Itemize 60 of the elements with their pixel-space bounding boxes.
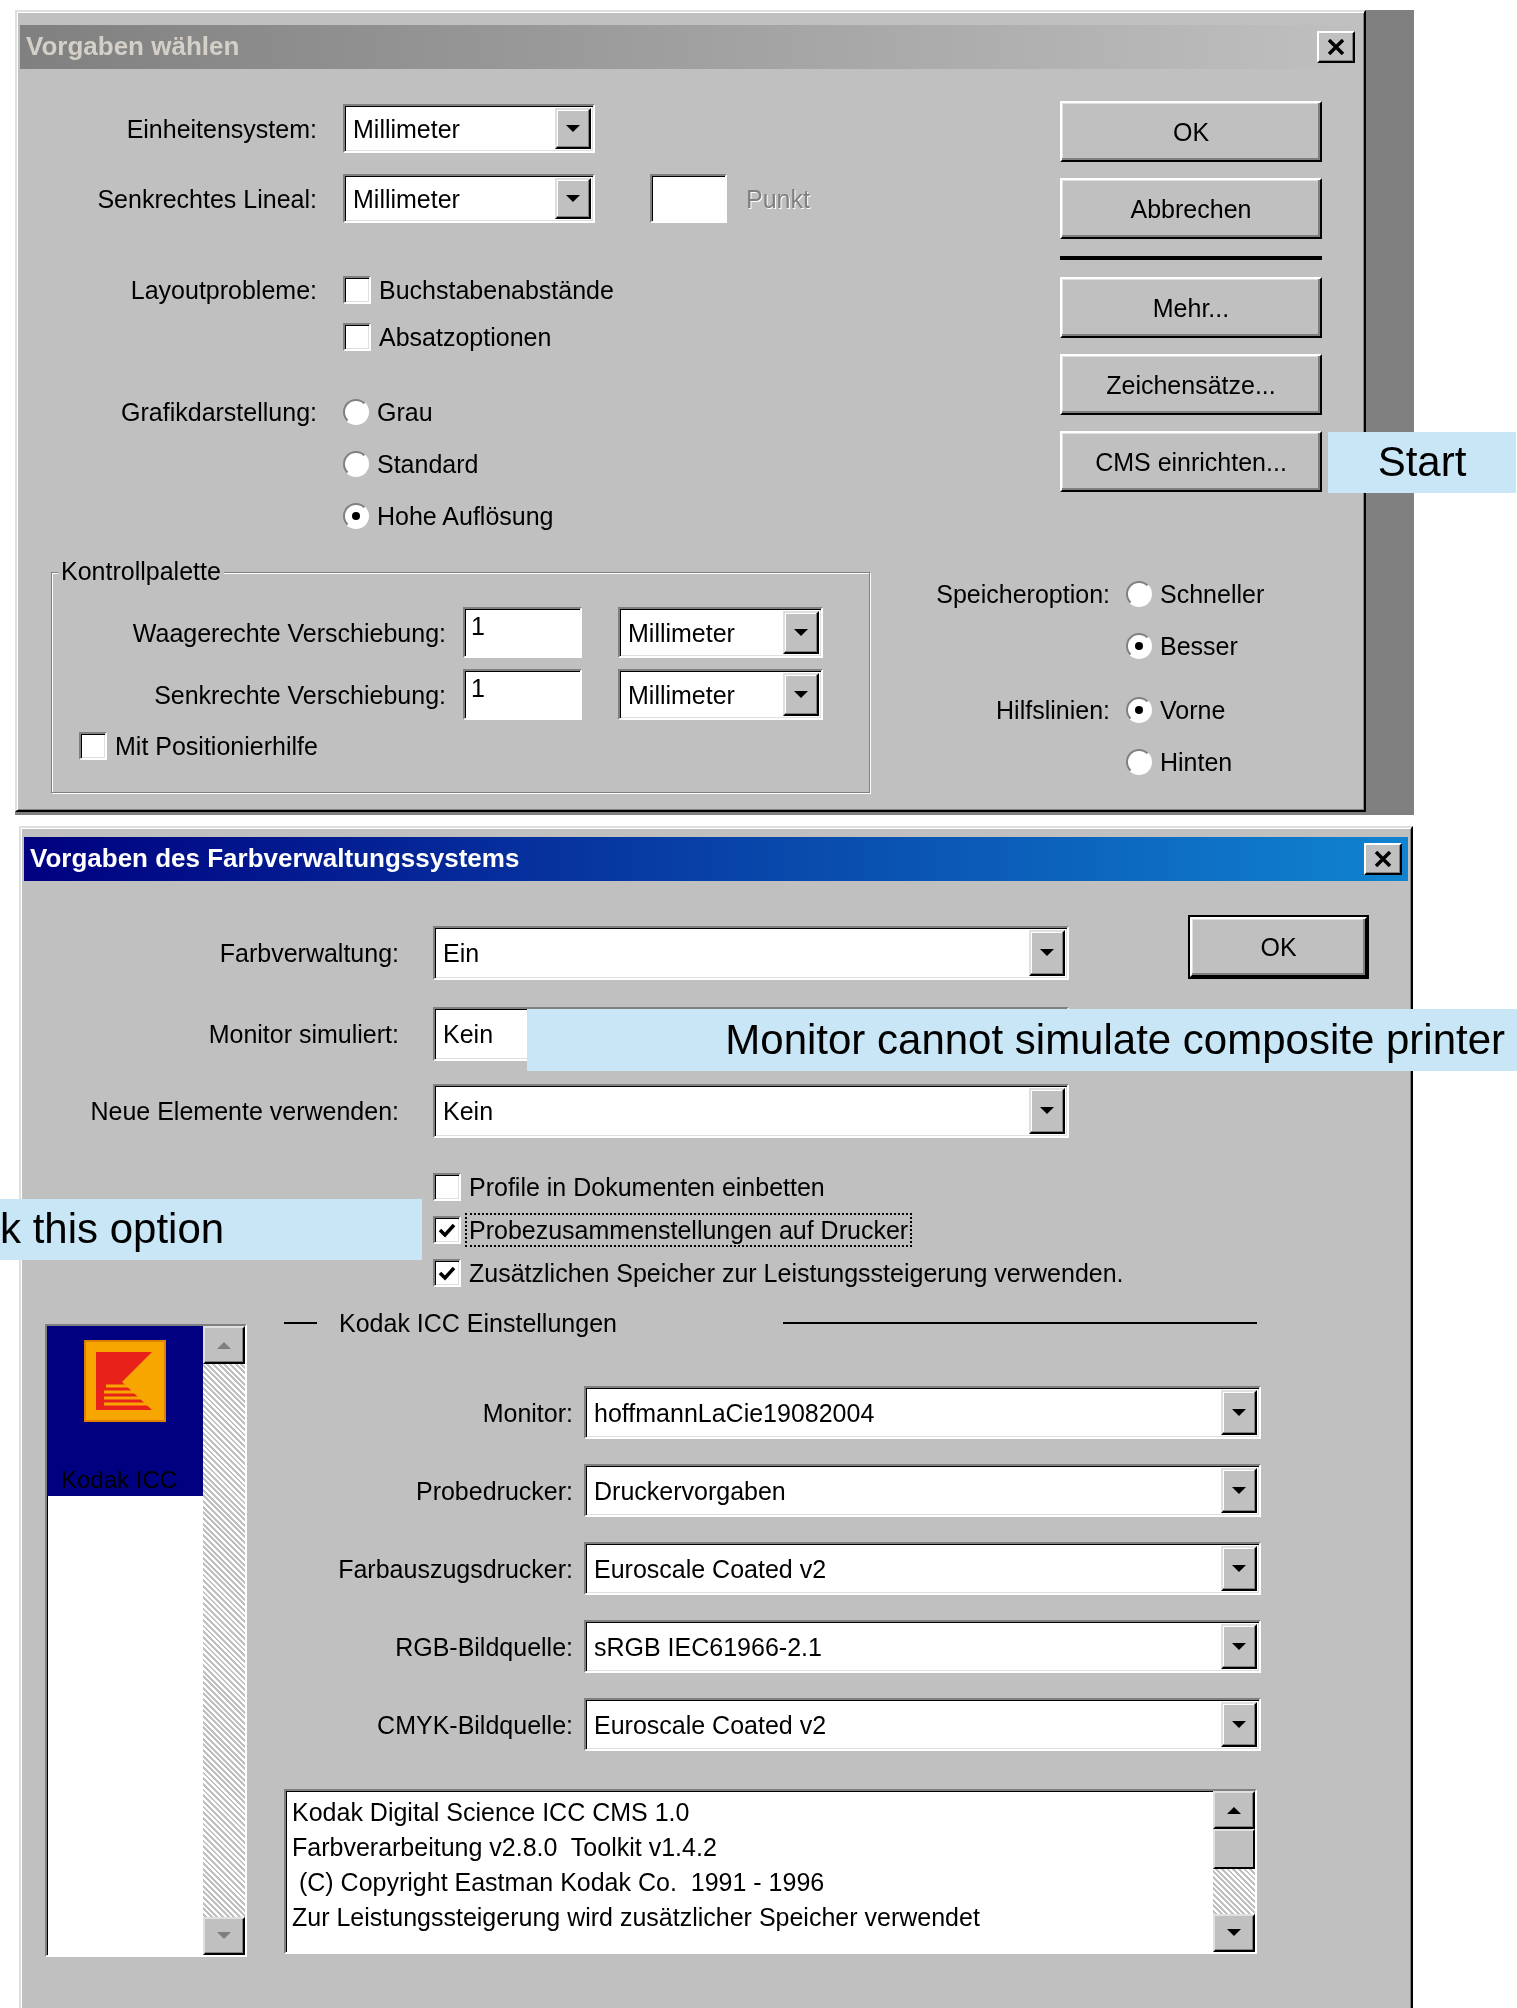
text-line: Kodak Digital Science ICC CMS 1.0	[292, 1797, 691, 1828]
field-label: Probedrucker:	[414, 1475, 573, 1506]
text-area[interactable]: Kodak Digital Science ICC CMS 1.0 Farbverarbeitung v2.8.0 Toolkit v1.4.2 (C) Copyright Eastman Kodak Co. 1991 - 1996 Zur Leistungssteigerung wird zusätzlicher Speicher verwendet	[284, 1789, 1257, 1954]
option-label[interactable]: Profile in Dokumenten einbetten	[465, 1170, 829, 1204]
option-label[interactable]: Hohe Auflösung	[373, 499, 558, 533]
dialog-button[interactable]: Zeichensätze...	[1060, 354, 1322, 415]
annotation-tooltip: Start	[1328, 432, 1516, 493]
dialog-button[interactable]: Abbrechen	[1060, 178, 1322, 239]
dropdown[interactable]: sRGB IEC61966-2.1	[584, 1620, 1261, 1673]
dialog-button[interactable]: Mehr...	[1060, 277, 1322, 338]
option-label[interactable]: Mit Positionierhilfe	[111, 729, 322, 763]
input-field[interactable]: 1	[463, 669, 582, 720]
text-line: (C) Copyright Eastman Kodak Co. 1991 - 1996	[297, 1867, 826, 1898]
field-label: CMYK-Bildquelle:	[376, 1709, 573, 1740]
window-title: Vorgaben wählen	[26, 31, 240, 63]
option-label[interactable]: Schneller	[1156, 577, 1269, 611]
field-label: Layoutprobleme:	[129, 275, 317, 305]
field-label: RGB-Bildquelle:	[394, 1631, 573, 1662]
option-label[interactable]: Absatzoptionen	[375, 320, 556, 354]
dropdown[interactable]: Druckervorgaben	[584, 1464, 1261, 1517]
option-label[interactable]: Standard	[373, 447, 483, 481]
annotation-tooltip: Monitor cannot simulate composite printer	[527, 1009, 1517, 1071]
field-label: Waagerechte Verschiebung:	[131, 617, 446, 648]
text-line: Zur Leistungssteigerung wird zusätzlicher Speicher verwendet	[292, 1902, 981, 1933]
field-label: Speicheroption:	[935, 579, 1110, 609]
dropdown[interactable]: Ein	[433, 926, 1069, 980]
list-item-label: Kodak ICC	[60, 1466, 178, 1495]
ok-button[interactable]: OK	[1190, 917, 1367, 977]
field-label: Monitor simuliert:	[207, 1019, 399, 1049]
field-label: Senkrechtes Lineal:	[96, 183, 317, 214]
text-line: Farbverarbeitung v2.8.0 Toolkit v1.4.2	[292, 1832, 718, 1863]
dropdown[interactable]: Euroscale Coated v2	[584, 1542, 1261, 1595]
dropdown[interactable]: Millimeter	[618, 607, 823, 658]
dialog-button[interactable]: OK	[1060, 101, 1322, 162]
input-field[interactable]: 1	[463, 607, 582, 658]
field-label: Monitor:	[481, 1397, 573, 1428]
field-label: Farbauszugsdrucker:	[337, 1553, 573, 1584]
option-label[interactable]: Besser	[1156, 629, 1242, 663]
option-label[interactable]: Buchstabenabstände	[375, 273, 618, 307]
field-label: Grafikdarstellung:	[120, 397, 317, 427]
section-title: Kodak ICC Einstellungen	[339, 1308, 617, 1338]
option-label[interactable]: Grau	[373, 395, 437, 429]
field-label: Farbverwaltung:	[218, 938, 399, 968]
dropdown[interactable]: Millimeter	[343, 104, 595, 153]
window-title: Vorgaben des Farbverwaltungssystems	[30, 843, 520, 875]
field-label: Senkrechte Verschiebung:	[153, 679, 446, 710]
field-label: Hilfslinien:	[995, 695, 1110, 725]
dropdown[interactable]: hoffmannLaCie19082004	[584, 1386, 1261, 1439]
dropdown[interactable]: Millimeter	[343, 174, 595, 223]
option-label[interactable]: Hinten	[1156, 745, 1237, 779]
option-label[interactable]: Vorne	[1156, 693, 1230, 727]
dropdown[interactable]: Kein	[433, 1084, 1069, 1138]
field-label: Einheitensystem:	[125, 113, 317, 144]
dropdown[interactable]: Millimeter	[618, 669, 823, 720]
option-label[interactable]: Zusätzlichen Speicher zur Leistungssteigerung verwenden.	[465, 1256, 1128, 1290]
unit-label: Punkt	[746, 183, 810, 214]
dropdown[interactable]: Euroscale Coated v2	[584, 1698, 1261, 1751]
option-label[interactable]: Probezusammenstellungen auf Drucker	[465, 1213, 913, 1247]
field-label: Neue Elemente verwenden:	[89, 1096, 399, 1126]
annotation-tooltip: k this option	[0, 1199, 422, 1260]
